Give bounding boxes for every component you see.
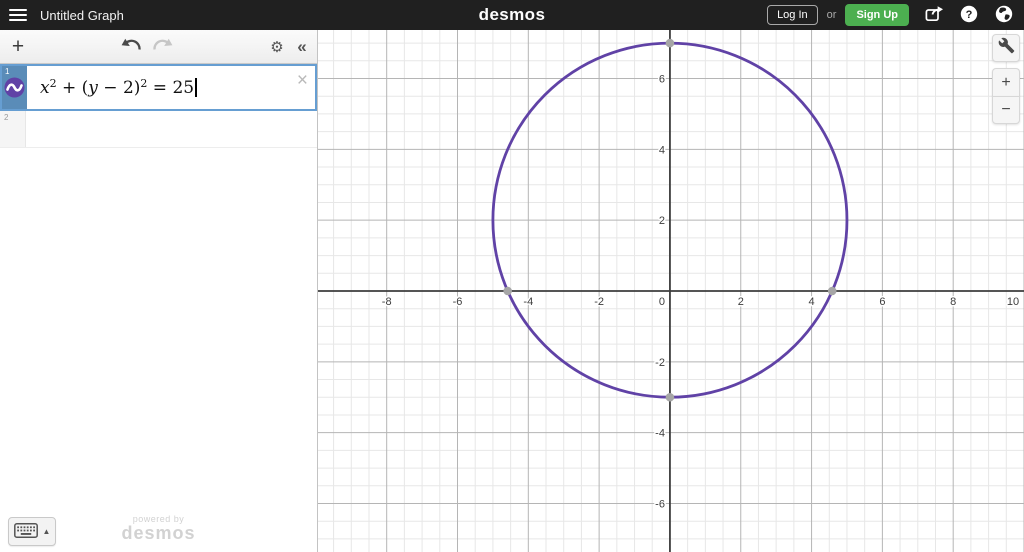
expression-2-gutter: 2	[0, 111, 26, 147]
collapse-chevrons-icon: «	[297, 36, 307, 56]
redo-icon	[151, 38, 173, 55]
svg-text:6: 6	[659, 74, 665, 86]
svg-text:-4: -4	[655, 428, 665, 440]
graph-title[interactable]: Untitled Graph	[40, 8, 124, 23]
expression-1-input[interactable]: x2 + (y − 2)2 = 25 ×	[27, 66, 315, 109]
svg-text:0: 0	[659, 296, 665, 308]
wrench-icon	[998, 37, 1015, 59]
zoom-out-button[interactable]: −	[992, 96, 1020, 124]
log-in-button[interactable]: Log In	[767, 5, 818, 25]
keyboard-toggle-button[interactable]: ▲	[8, 517, 56, 546]
delete-expression-button[interactable]: ×	[295, 69, 310, 92]
gear-icon: ⚙	[270, 38, 284, 56]
header-left: Untitled Graph	[0, 7, 767, 23]
help-button[interactable]: ?	[959, 5, 979, 25]
svg-text:2: 2	[659, 215, 665, 227]
share-icon	[925, 5, 944, 25]
svg-text:2: 2	[738, 296, 744, 308]
svg-text:8: 8	[950, 296, 956, 308]
expression-2-index: 2	[4, 113, 9, 122]
graph-canvas[interactable]: -8 -6 -4 -2 2 4 6 8 10 0 -6 -4 -2 2 4 6	[318, 30, 1024, 552]
main-menu-button[interactable]	[9, 7, 29, 23]
top-bar: Untitled Graph desmos Log In or Sign Up	[0, 0, 1024, 30]
expression-row-1[interactable]: 1 x2 + (y − 2)2 = 25 ×	[0, 64, 317, 111]
redo-button[interactable]	[148, 30, 176, 63]
svg-text:6: 6	[879, 296, 885, 308]
header-right: Log In or Sign Up ?	[767, 4, 1024, 26]
sign-up-button[interactable]: Sign Up	[845, 4, 909, 26]
undo-button[interactable]	[118, 30, 146, 63]
zoom-button-group: + −	[992, 68, 1020, 124]
svg-text:-4: -4	[523, 296, 533, 308]
help-icon: ?	[960, 5, 978, 26]
svg-text:-2: -2	[655, 357, 665, 369]
equation-color-icon[interactable]	[4, 77, 25, 103]
keyboard-expand-arrow-icon: ▲	[42, 527, 51, 536]
expression-2-input[interactable]	[26, 111, 317, 147]
share-button[interactable]	[924, 5, 944, 25]
svg-text:-6: -6	[453, 296, 463, 308]
graph-settings-wrench-button[interactable]	[992, 34, 1020, 62]
graph-paper[interactable]: -8 -6 -4 -2 2 4 6 8 10 0 -6 -4 -2 2 4 6 + −	[318, 30, 1024, 552]
expression-panel: + ⚙ « 1 x2 + (y − 2)2 = 25 × 2 ▲ powered…	[0, 30, 318, 552]
undo-icon	[121, 38, 143, 55]
svg-text:-8: -8	[382, 296, 392, 308]
expression-toolbar: + ⚙ «	[0, 30, 317, 64]
svg-text:10: 10	[1007, 296, 1019, 308]
svg-text:-6: -6	[655, 498, 665, 510]
graph-settings-button[interactable]: ⚙	[263, 30, 291, 63]
graph-side-controls: + −	[992, 34, 1020, 124]
svg-text:4: 4	[809, 296, 815, 308]
text-cursor	[195, 77, 197, 97]
expression-row-2[interactable]: 2	[0, 111, 317, 148]
or-label: or	[826, 9, 837, 21]
svg-text:?: ?	[966, 9, 973, 21]
hamburger-icon	[9, 9, 27, 12]
keyboard-icon	[13, 522, 38, 541]
language-button[interactable]	[994, 5, 1014, 25]
desmos-app: Untitled Graph desmos Log In or Sign Up	[0, 0, 1024, 552]
add-expression-button[interactable]: +	[5, 30, 31, 63]
expression-1-index: 1	[5, 67, 10, 76]
svg-text:-2: -2	[594, 296, 604, 308]
expression-1-gutter[interactable]: 1	[2, 66, 27, 109]
globe-icon	[995, 5, 1013, 26]
zoom-in-button[interactable]: +	[992, 68, 1020, 96]
equation-text: x2 + (y − 2)2 = 25	[40, 77, 197, 98]
collapse-panel-button[interactable]: «	[289, 30, 315, 63]
svg-text:4: 4	[659, 144, 665, 156]
